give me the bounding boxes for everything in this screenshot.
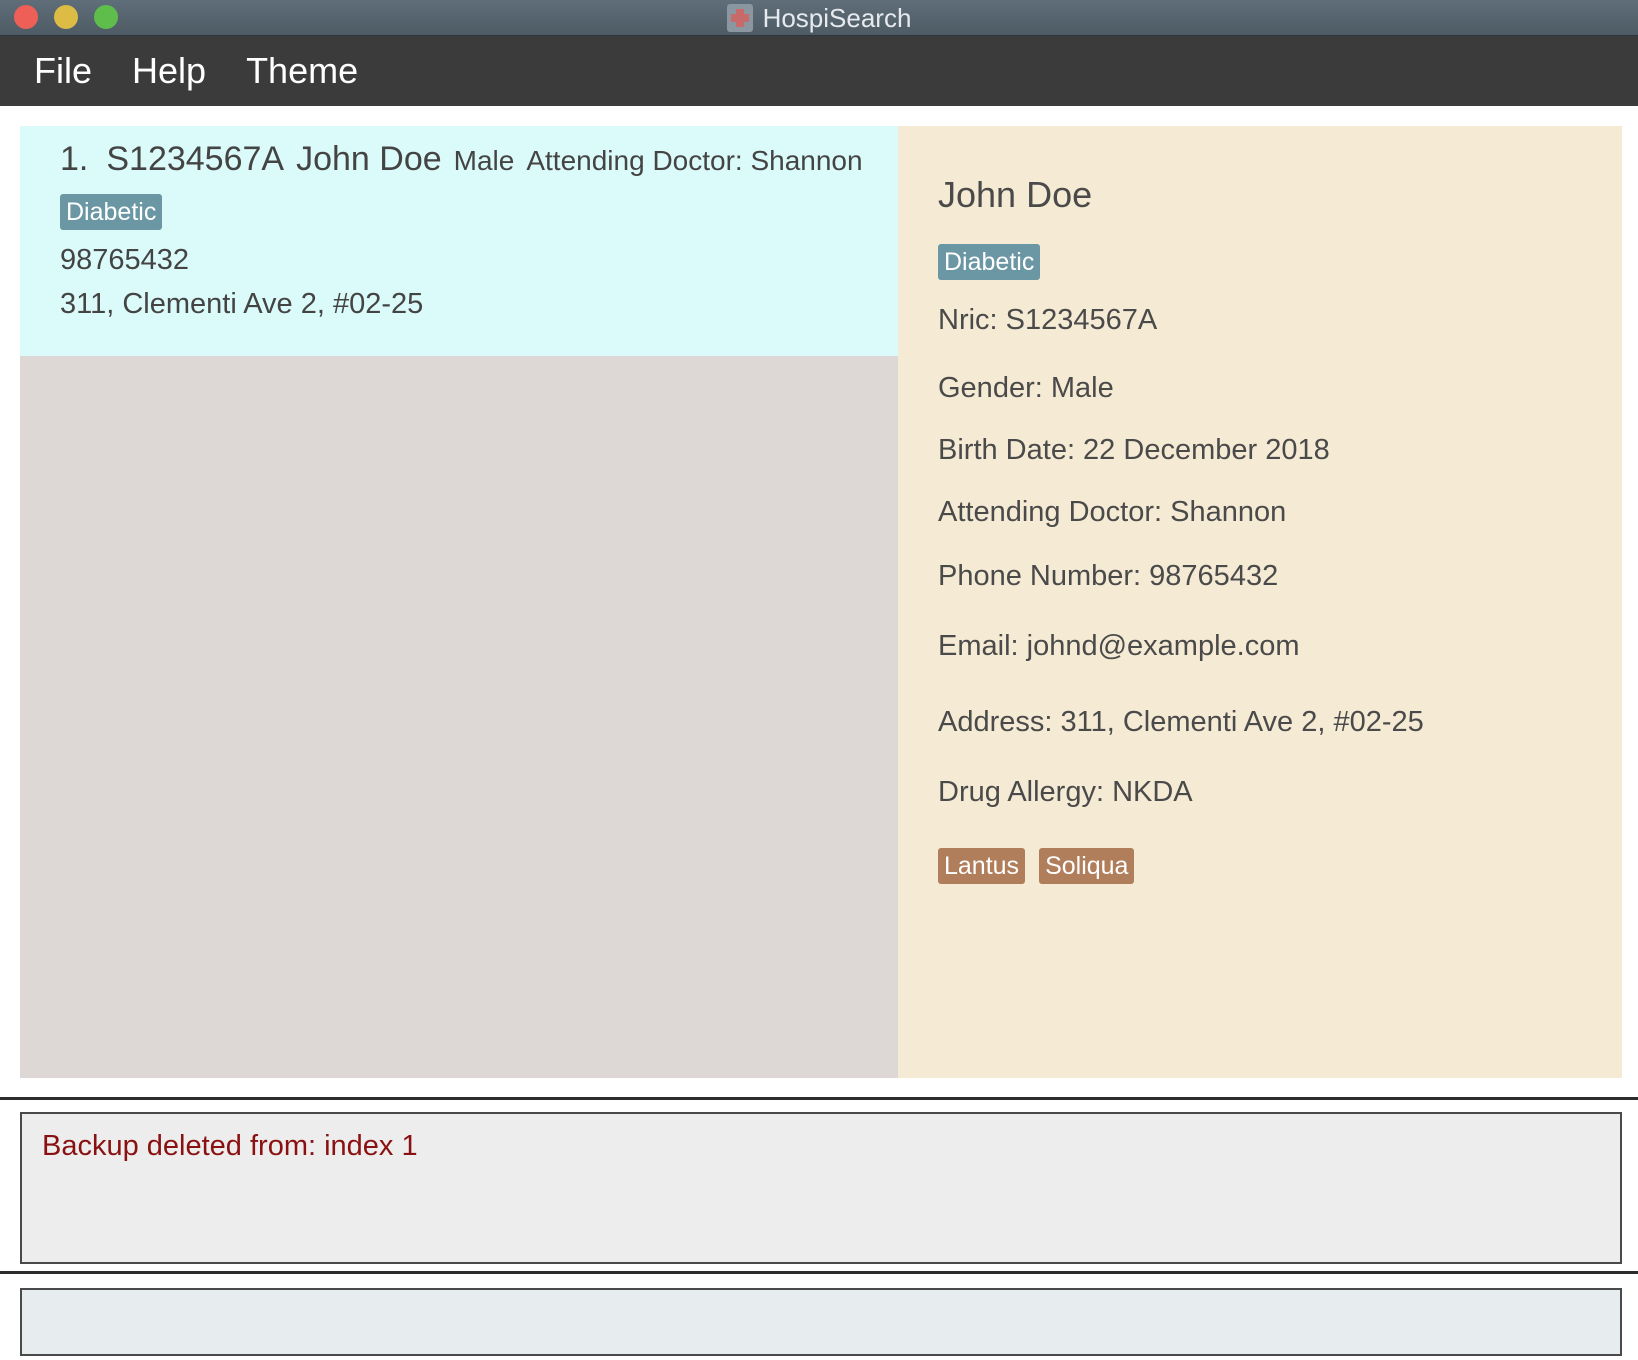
detail-name: John Doe bbox=[938, 174, 1093, 215]
person-gender: Male bbox=[453, 145, 515, 176]
person-index: 1. bbox=[60, 140, 89, 178]
detail-tags: Diabetic bbox=[938, 244, 1041, 280]
menu-bar: File Help Theme bbox=[0, 36, 1638, 106]
divider bbox=[0, 1097, 1638, 1100]
menu-help[interactable]: Help bbox=[132, 50, 206, 92]
app-window: HospiSearch File Help Theme 1. S1234567A… bbox=[0, 0, 1638, 1360]
divider bbox=[0, 1271, 1638, 1274]
detail-phone: Phone Number: 98765432 bbox=[938, 560, 1279, 592]
drug-badge: Soliqua bbox=[1039, 848, 1135, 884]
hospital-icon bbox=[726, 4, 753, 32]
detail-nric: Nric: S1234567A bbox=[938, 304, 1158, 336]
person-nric: S1234567A bbox=[106, 140, 285, 178]
person-detail-panel: John Doe Diabetic Nric: S1234567A Gender… bbox=[898, 126, 1622, 1078]
detail-address: Address: 311, Clementi Ave 2, #02-25 bbox=[938, 706, 1424, 738]
person-tags: Diabetic bbox=[60, 194, 163, 230]
drug-badge: Lantus bbox=[938, 848, 1026, 884]
window-title: HospiSearch bbox=[762, 2, 912, 33]
tag-badge: Diabetic bbox=[938, 244, 1041, 280]
menu-theme[interactable]: Theme bbox=[246, 50, 358, 92]
person-list-panel[interactable]: 1. S1234567A John Doe Male Attending Doc… bbox=[20, 126, 898, 1078]
person-address: 311, Clementi Ave 2, #02-25 bbox=[60, 288, 424, 320]
title-bar: HospiSearch bbox=[0, 0, 1638, 36]
result-message: Backup deleted from: index 1 bbox=[42, 1130, 418, 1162]
person-doctor: Attending Doctor: Shannon bbox=[526, 145, 863, 176]
person-card[interactable]: 1. S1234567A John Doe Male Attending Doc… bbox=[20, 126, 898, 356]
detail-doctor: Attending Doctor: Shannon bbox=[938, 496, 1287, 528]
person-phone: 98765432 bbox=[60, 244, 190, 276]
detail-email: Email: johnd@example.com bbox=[938, 630, 1300, 662]
tag-badge: Diabetic bbox=[60, 194, 163, 230]
detail-drug-allergy: Drug Allergy: NKDA bbox=[938, 776, 1193, 808]
person-card-header: 1. S1234567A John Doe Male Attending Doc… bbox=[60, 140, 863, 179]
detail-birth-date: Birth Date: 22 December 2018 bbox=[938, 434, 1330, 466]
person-name: John Doe bbox=[296, 140, 442, 178]
menu-file[interactable]: File bbox=[34, 50, 92, 92]
command-box[interactable] bbox=[20, 1288, 1622, 1356]
detail-gender: Gender: Male bbox=[938, 372, 1114, 404]
command-input[interactable] bbox=[22, 1290, 1620, 1354]
result-display: Backup deleted from: index 1 bbox=[20, 1112, 1622, 1264]
title-wrap: HospiSearch bbox=[0, 0, 1638, 36]
detail-drug-tags: Lantus Soliqua bbox=[938, 848, 1135, 884]
